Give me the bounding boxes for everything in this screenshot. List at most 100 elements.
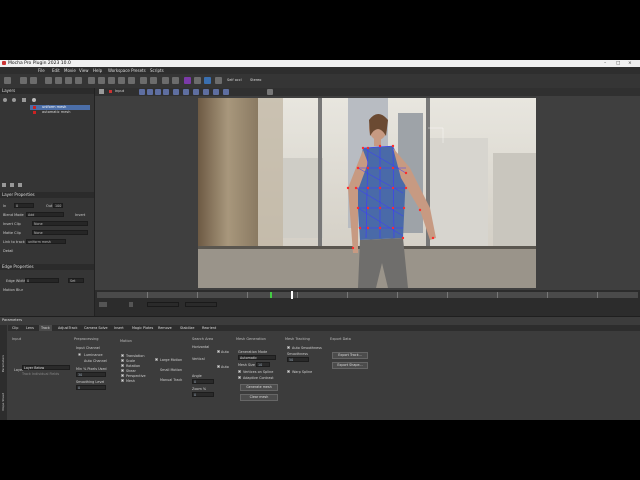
tab-adjust-track[interactable]: AdjustTrack xyxy=(56,325,79,331)
show-layers-icon[interactable] xyxy=(139,89,145,95)
set-in-icon[interactable] xyxy=(129,302,133,307)
redo-icon[interactable] xyxy=(30,77,37,84)
rotation-checkbox[interactable] xyxy=(121,364,124,367)
clip-dropdown[interactable]: Input xyxy=(115,89,124,93)
large-motion-checkbox[interactable] xyxy=(155,358,158,361)
duplicate-layer-icon[interactable] xyxy=(10,183,14,187)
undo-icon[interactable] xyxy=(20,77,27,84)
shear-checkbox[interactable] xyxy=(121,369,124,372)
auto-vertical-checkbox[interactable] xyxy=(217,365,220,368)
timeline-scrubber[interactable] xyxy=(97,291,638,299)
insert-clip-dropdown[interactable]: None xyxy=(32,221,88,226)
out-point-field[interactable] xyxy=(185,302,217,307)
angle-field[interactable]: 0 xyxy=(192,379,214,384)
add-point-icon[interactable] xyxy=(128,77,135,84)
occlusion-icon[interactable] xyxy=(215,77,222,84)
mesh-checkbox[interactable] xyxy=(121,379,124,382)
set-edge-button[interactable]: Set xyxy=(68,278,84,283)
auto-horizontal-checkbox[interactable] xyxy=(217,350,220,353)
overlay-icon[interactable] xyxy=(213,89,219,95)
select-icon[interactable] xyxy=(45,77,52,84)
show-planar-icon[interactable] xyxy=(163,89,169,95)
layer-dropdown[interactable]: Layer Below xyxy=(22,365,70,370)
export-tracking-button[interactable]: Export Track... xyxy=(332,352,368,359)
mesh-size-field[interactable]: 10 xyxy=(256,362,270,367)
bezier-spline-icon[interactable] xyxy=(98,77,105,84)
warp-spline-checkbox[interactable] xyxy=(287,370,290,373)
show-mesh-icon[interactable] xyxy=(173,89,179,95)
scale-checkbox[interactable] xyxy=(121,359,124,362)
x-spline-icon[interactable] xyxy=(88,77,95,84)
frame-field[interactable] xyxy=(147,302,179,307)
in-point-field[interactable] xyxy=(99,302,107,307)
min-pixels-field[interactable]: 30 xyxy=(76,372,106,377)
matte-clip-dropdown[interactable]: None xyxy=(32,230,88,235)
zoom-icon[interactable] xyxy=(75,77,82,84)
generation-mode-dropdown[interactable]: Automatic xyxy=(238,355,276,360)
layer-item[interactable]: automatic mesh xyxy=(30,110,90,115)
delete-layer-icon[interactable] xyxy=(18,183,22,187)
smoothness-field[interactable]: 50 xyxy=(287,357,309,362)
new-layer-icon[interactable] xyxy=(2,183,6,187)
pan-icon[interactable] xyxy=(65,77,72,84)
vertices-on-spline-checkbox[interactable] xyxy=(238,370,241,373)
playhead[interactable] xyxy=(291,291,293,299)
color-icon[interactable] xyxy=(32,98,36,102)
export-shape-button[interactable]: Export Shape... xyxy=(332,362,368,369)
out-field[interactable]: 100 xyxy=(53,203,63,208)
menu-help[interactable]: Help xyxy=(93,68,102,73)
tab-remove[interactable]: Remove xyxy=(156,325,174,331)
visibility-icon[interactable] xyxy=(3,98,7,102)
adaptive-contrast-checkbox[interactable] xyxy=(238,376,241,379)
menu-movie[interactable]: Movie xyxy=(64,68,76,73)
link-to-track-dropdown[interactable]: uniform mesh xyxy=(26,239,66,244)
menu-scripts[interactable]: Scripts xyxy=(150,68,164,73)
in-field[interactable]: 0 xyxy=(14,203,34,208)
menu-view[interactable]: View xyxy=(79,68,89,73)
link-icon[interactable] xyxy=(204,77,211,84)
tab-camera-solve[interactable]: Camera Solve xyxy=(82,325,110,331)
blend-mode-dropdown[interactable]: Add xyxy=(26,212,64,217)
tab-magic-plates[interactable]: Magic Plates xyxy=(130,325,155,331)
transform-icon[interactable] xyxy=(162,77,169,84)
side-tab-dope-sheet[interactable]: Dope Sheet xyxy=(1,393,5,411)
tab-clip[interactable]: Clip xyxy=(10,325,20,331)
show-grid-icon[interactable] xyxy=(183,89,189,95)
menu-file[interactable]: File xyxy=(38,68,45,73)
generate-mesh-button[interactable]: Generate mesh xyxy=(240,384,278,391)
tab-insert[interactable]: Insert xyxy=(112,325,126,331)
pick-icon[interactable] xyxy=(55,77,62,84)
maximize-icon[interactable]: □ xyxy=(616,61,620,66)
viewer-panel[interactable]: Input xyxy=(95,88,640,290)
rect-spline-icon[interactable] xyxy=(108,77,115,84)
show-splines-icon[interactable] xyxy=(155,89,161,95)
tab-stabilize[interactable]: Stabilize xyxy=(178,325,196,331)
keyframe-marker[interactable] xyxy=(270,292,272,298)
smoothing-level-field[interactable]: 0 xyxy=(76,385,106,390)
viewer-options-icon[interactable] xyxy=(99,89,104,94)
grid-icon[interactable] xyxy=(172,77,179,84)
tab-reorient[interactable]: Reorient xyxy=(200,325,218,331)
luminance-radio[interactable] xyxy=(78,353,81,356)
zoom-fit-icon[interactable] xyxy=(267,89,273,95)
edge-width-field[interactable]: 0 xyxy=(25,278,59,283)
zoom-field[interactable]: 0 xyxy=(192,392,214,397)
surface-icon[interactable] xyxy=(194,77,201,84)
close-icon[interactable]: × xyxy=(628,61,632,66)
tracking-icon[interactable] xyxy=(203,89,209,95)
track-icon[interactable] xyxy=(12,98,16,102)
side-tab-parameters[interactable]: Parameters xyxy=(1,355,5,372)
menu-workspace-presets[interactable]: Workspace Presets xyxy=(108,68,146,73)
tab-lens[interactable]: Lens xyxy=(24,325,36,331)
tab-track[interactable]: Track xyxy=(39,325,52,331)
minimize-icon[interactable]: – xyxy=(604,61,606,66)
mode-dropdown[interactable]: Stereo xyxy=(250,78,261,82)
circle-spline-icon[interactable] xyxy=(118,77,125,84)
lock-icon[interactable] xyxy=(22,98,26,102)
save-icon[interactable] xyxy=(4,77,11,84)
mesh-icon[interactable] xyxy=(140,77,147,84)
perspective-checkbox[interactable] xyxy=(121,374,124,377)
mesh-warp-icon[interactable] xyxy=(150,77,157,84)
translation-checkbox[interactable] xyxy=(121,354,124,357)
menu-edit[interactable]: Edit xyxy=(52,68,60,73)
